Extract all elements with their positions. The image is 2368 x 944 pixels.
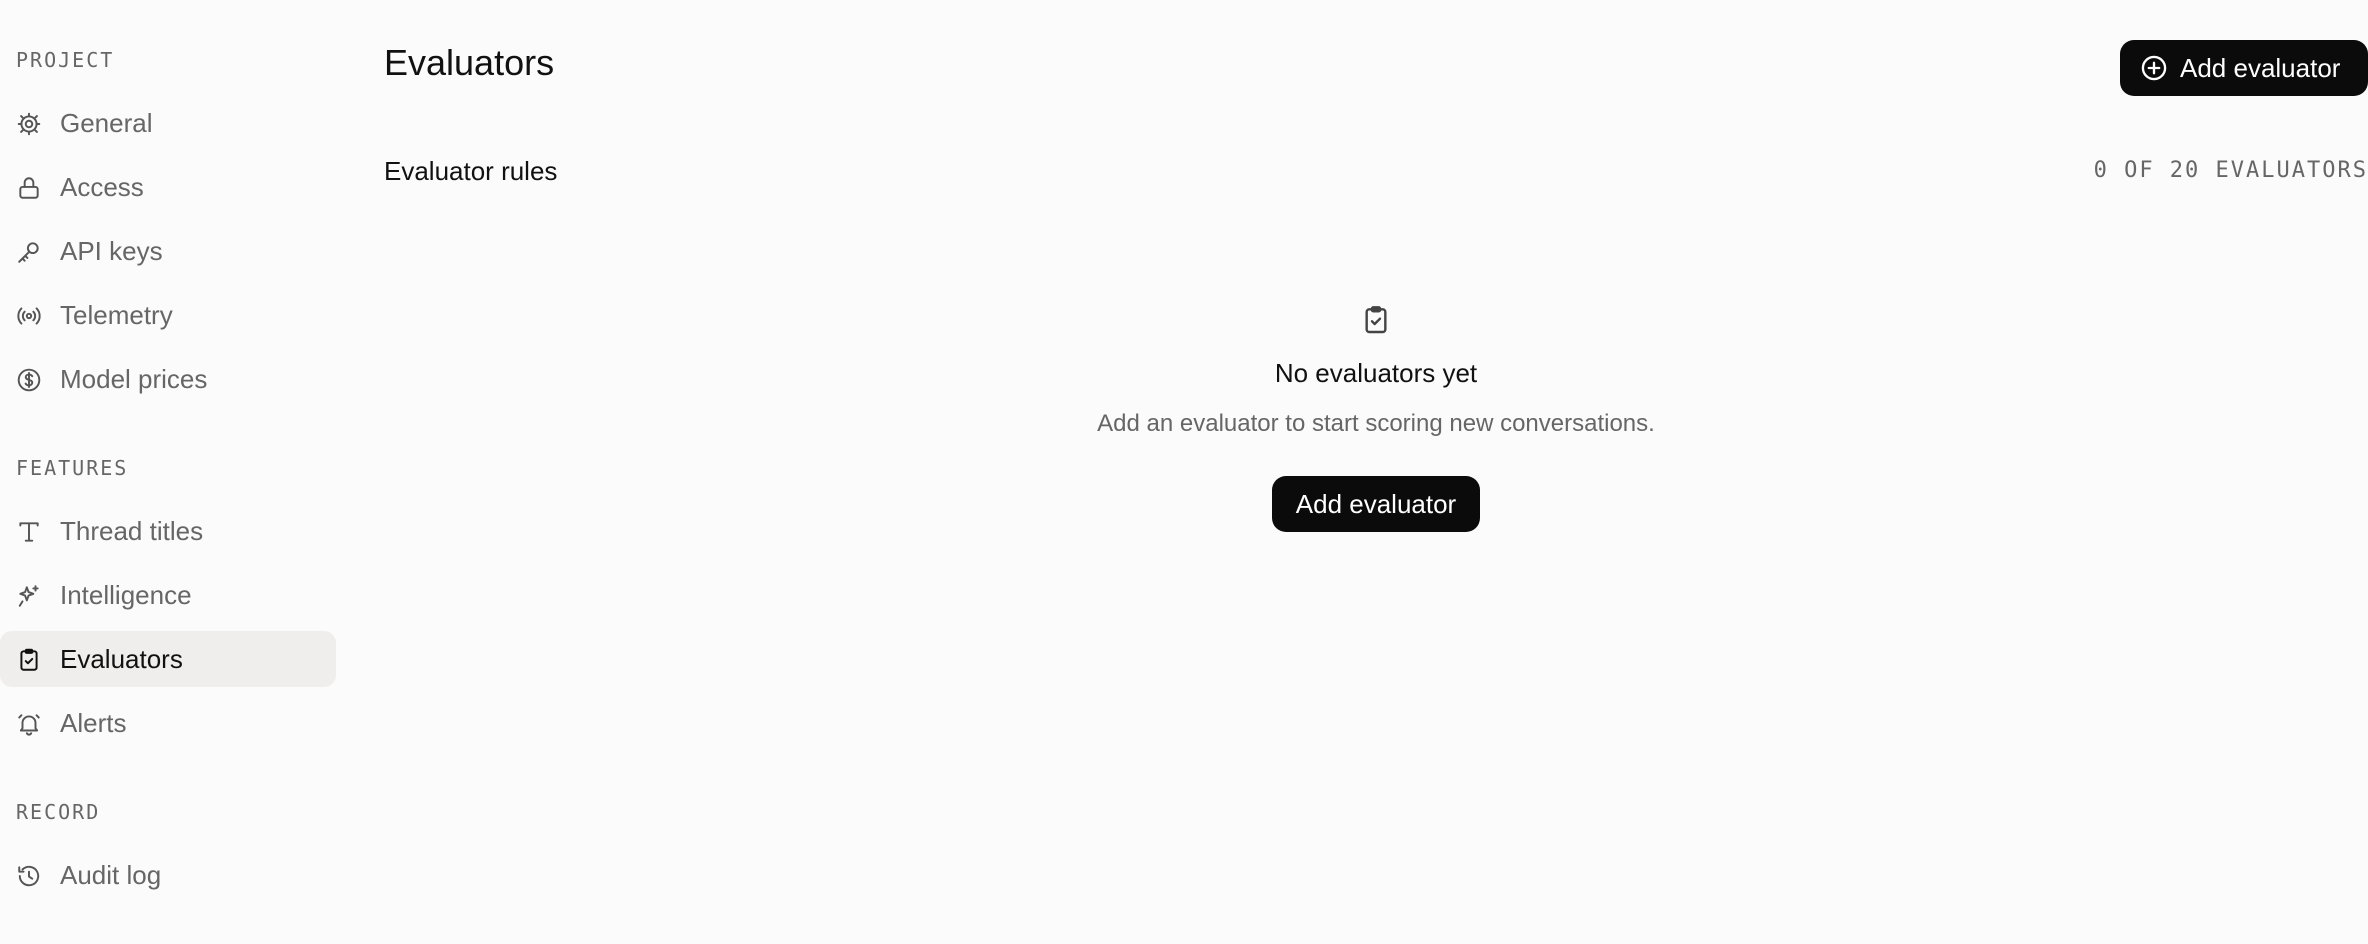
- sidebar-item-label: General: [60, 107, 153, 138]
- clipboard-check-icon: [1360, 304, 1392, 336]
- sidebar-item-label: Model prices: [60, 363, 208, 394]
- key-icon: [16, 239, 42, 265]
- evaluator-rules-title: Evaluator rules: [384, 156, 558, 186]
- history-icon: [16, 863, 42, 889]
- sidebar-item-api-keys[interactable]: API keys: [0, 223, 336, 279]
- bell-icon: [16, 711, 42, 737]
- sidebar-item-label: Thread titles: [60, 515, 204, 546]
- sidebar-item-telemetry[interactable]: Telemetry: [0, 287, 336, 343]
- page-title: Evaluators: [384, 42, 555, 83]
- dollar-circle-icon: [16, 367, 42, 393]
- evaluator-count: 0 OF 20 EVALUATORS: [2093, 158, 2368, 183]
- sidebar-item-thread-titles[interactable]: Thread titles: [0, 503, 336, 559]
- add-evaluator-button[interactable]: Add evaluator: [2120, 40, 2368, 96]
- sidebar-item-intelligence[interactable]: Intelligence: [0, 567, 336, 623]
- sparkles-icon: [16, 583, 42, 609]
- sidebar: PROJECT General Access API keys Telemetr…: [0, 0, 340, 944]
- sidebar-item-label: Audit log: [60, 859, 162, 890]
- lock-icon: [16, 175, 42, 201]
- section-label-record: RECORD: [16, 800, 101, 824]
- sidebar-item-label: API keys: [60, 235, 163, 266]
- sidebar-item-label: Evaluators: [60, 643, 183, 674]
- sidebar-item-alerts[interactable]: Alerts: [0, 695, 336, 751]
- app-root: PROJECT General Access API keys Telemetr…: [0, 0, 2368, 944]
- broadcast-icon: [16, 303, 42, 329]
- empty-state-title: No evaluators yet: [1274, 358, 1478, 388]
- sidebar-item-label: Access: [60, 171, 144, 202]
- section-label-features: FEATURES: [16, 456, 129, 480]
- gear-icon: [16, 111, 42, 137]
- sidebar-item-model-prices[interactable]: Model prices: [0, 351, 336, 407]
- sidebar-item-evaluators[interactable]: Evaluators: [0, 631, 336, 687]
- empty-state-description: Add an evaluator to start scoring new co…: [1097, 410, 1655, 437]
- type-icon: [16, 519, 42, 545]
- empty-state-add-evaluator-button[interactable]: Add evaluator: [1272, 476, 1480, 532]
- sidebar-item-label: Intelligence: [60, 579, 192, 610]
- clipboard-check-icon: [16, 647, 42, 673]
- sidebar-item-label: Alerts: [60, 707, 127, 738]
- sidebar-item-audit-log[interactable]: Audit log: [0, 847, 336, 903]
- sidebar-item-label: Telemetry: [60, 299, 173, 330]
- sidebar-item-access[interactable]: Access: [0, 159, 336, 215]
- sidebar-item-general[interactable]: General: [0, 95, 336, 151]
- section-label-project: PROJECT: [16, 48, 115, 72]
- add-evaluator-button-label: Add evaluator: [2180, 52, 2341, 83]
- plus-circle-icon: [2140, 54, 2168, 82]
